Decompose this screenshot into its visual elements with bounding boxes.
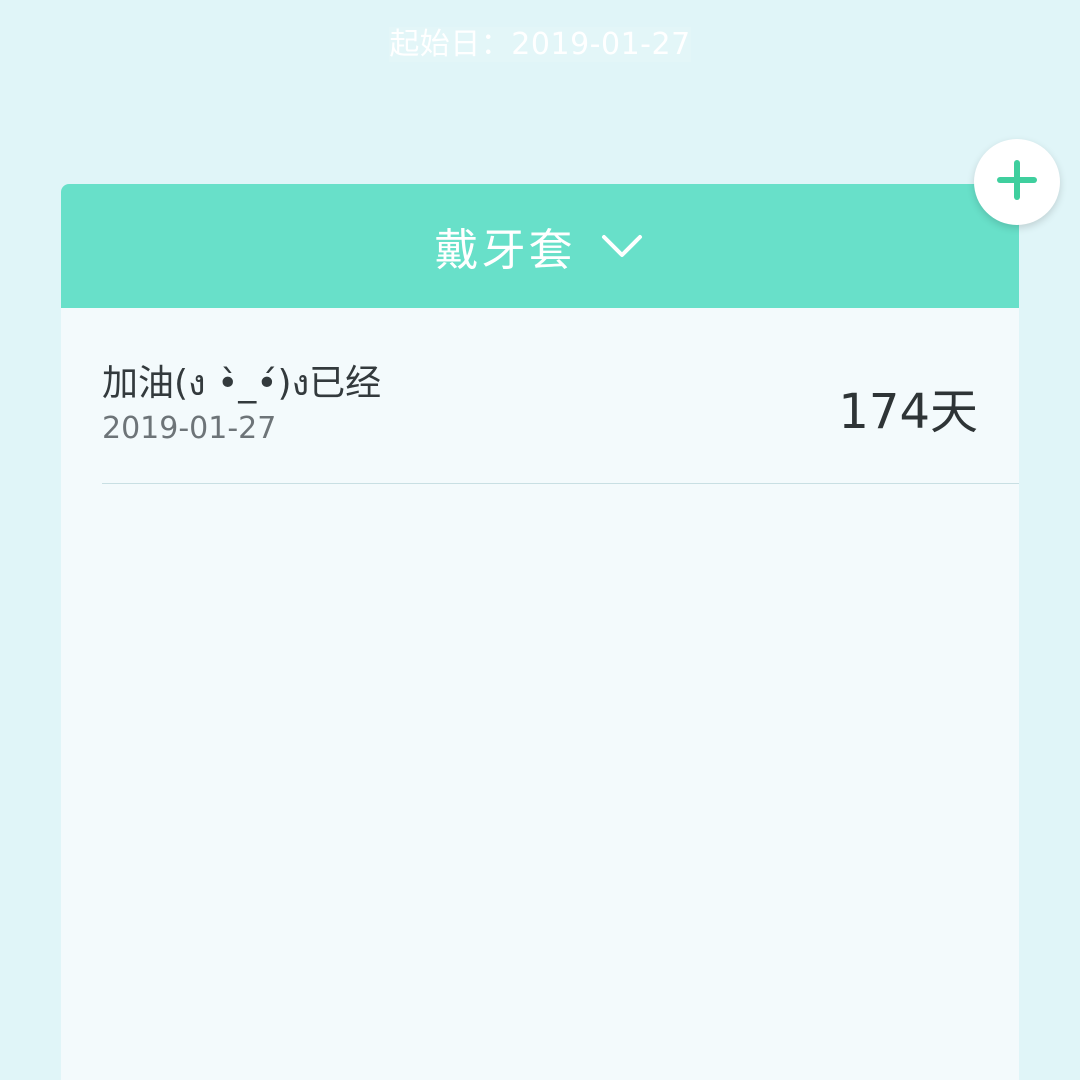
record-item[interactable]: 加油(ง •̀_•́)ง已经 2019-01-27 174天 — [102, 308, 1019, 484]
record-date: 2019-01-27 — [102, 411, 277, 446]
chevron-down-icon — [598, 231, 646, 261]
start-date-text: 起始日：2019-01-27 — [389, 27, 691, 62]
plus-icon — [996, 159, 1038, 205]
category-selector[interactable]: 戴牙套 — [61, 184, 1019, 308]
record-label: 加油(ง •̀_•́)ง已经 — [102, 363, 382, 404]
record-days: 174天 — [838, 384, 978, 440]
add-button[interactable] — [974, 139, 1060, 225]
start-date-label: 起始日：2019-01-27 — [0, 22, 1080, 68]
category-title: 戴牙套 — [434, 225, 576, 276]
tracker-card: 戴牙套 加油(ง •̀_•́)ง已经 2019-01-27 174天 — [61, 184, 1019, 1080]
